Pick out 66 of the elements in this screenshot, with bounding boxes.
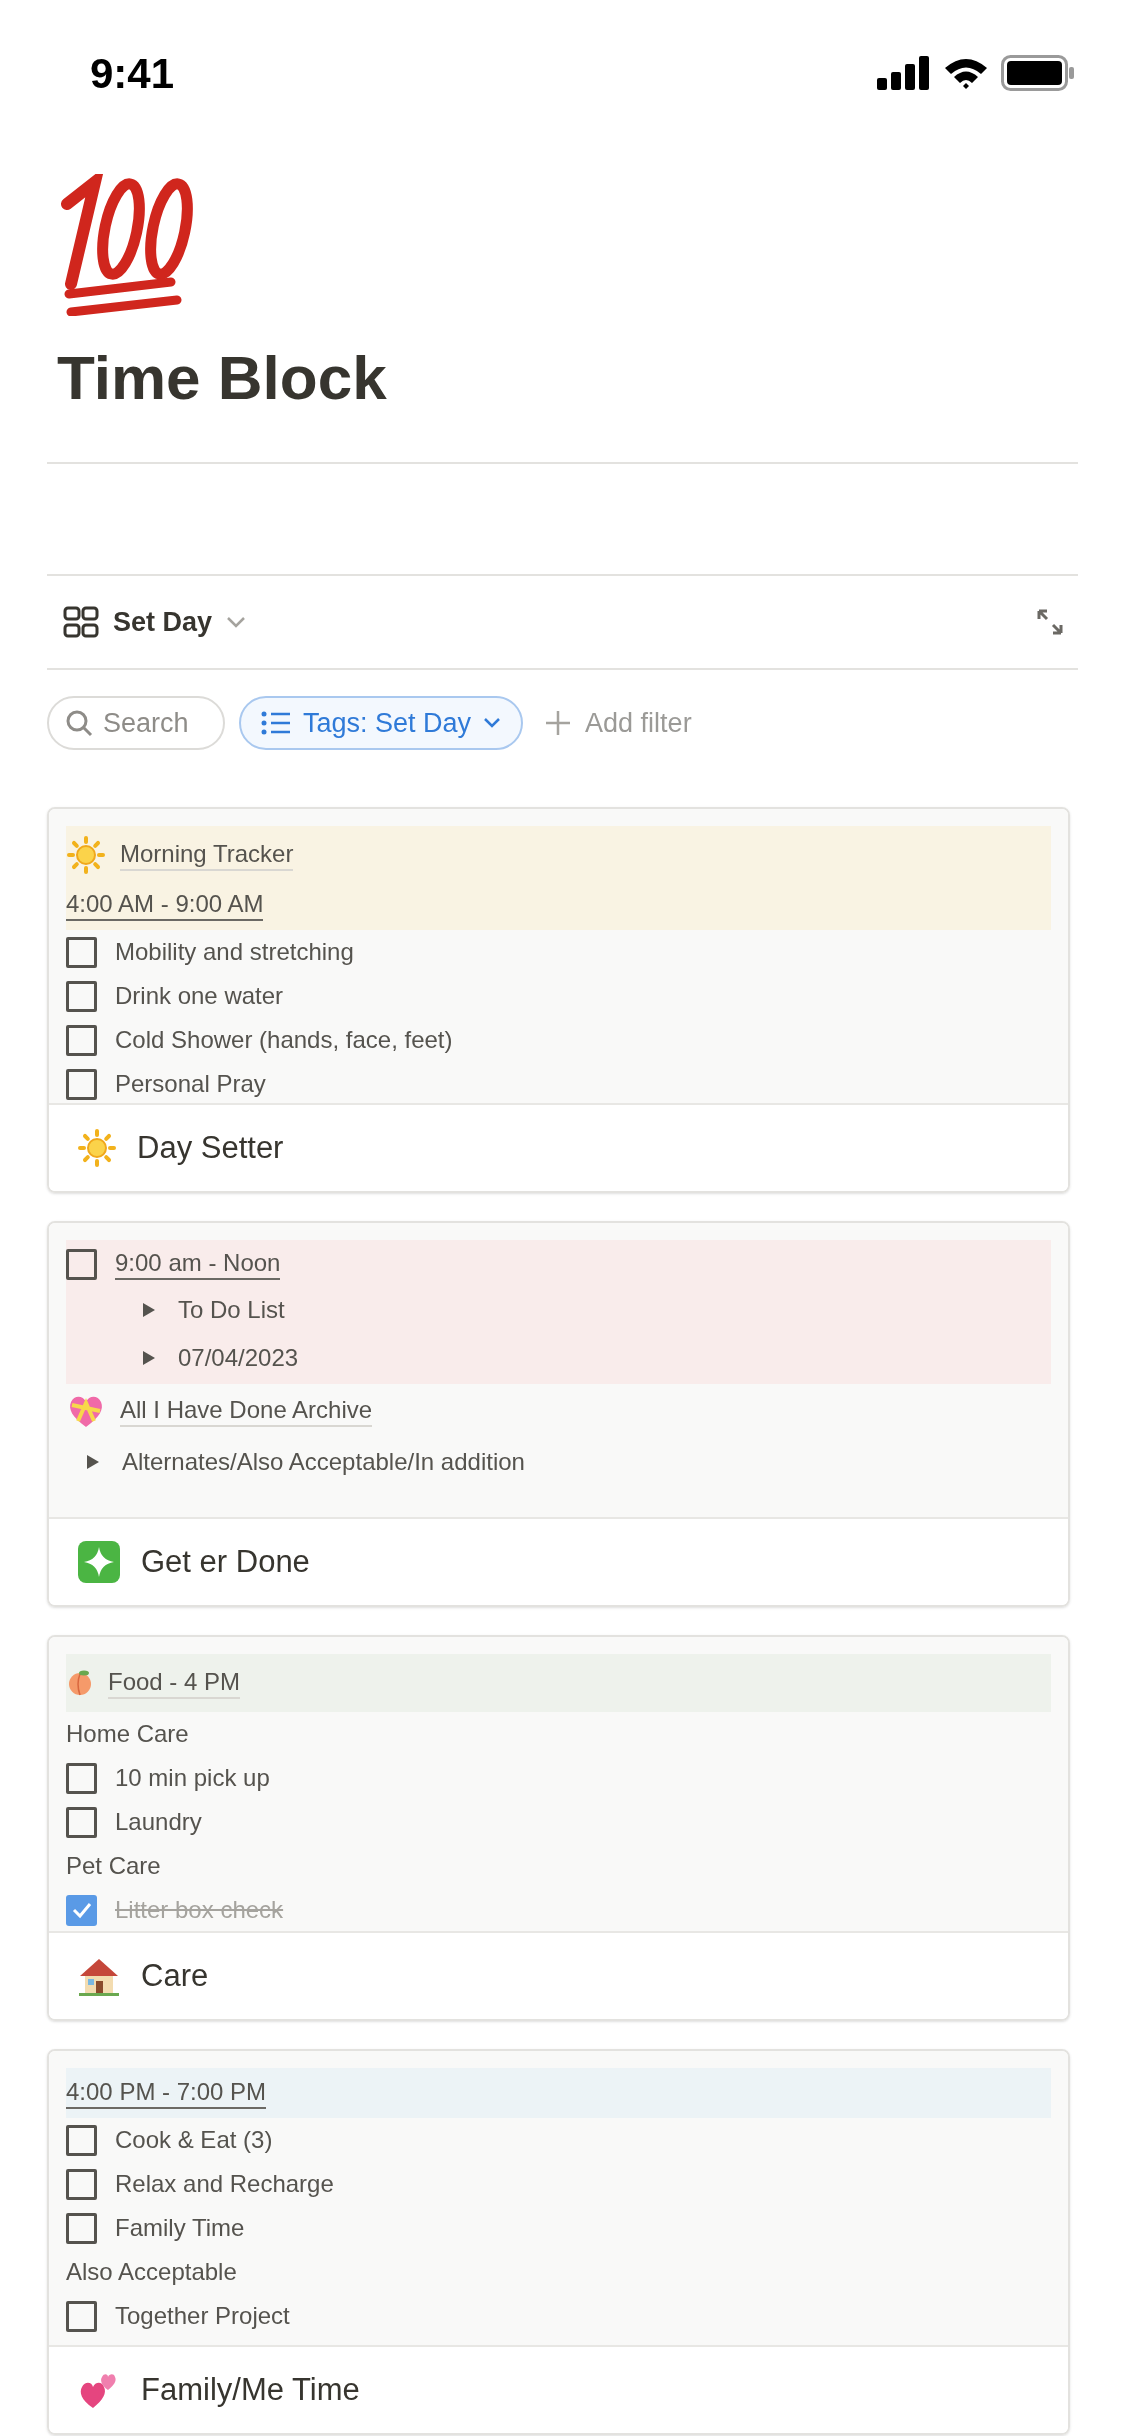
todo-text: Cook & Eat (3)	[115, 2125, 273, 2155]
todo-text: Relax and Recharge	[115, 2169, 334, 2199]
checkbox[interactable]	[66, 2124, 97, 2156]
board-card[interactable]: 4:00 PM - 7:00 PM Cook & Eat (3) Relax and Recharge Family Time Also Acceptable Together Project Family/Me Time	[47, 2049, 1070, 2435]
checkbox[interactable]	[66, 1894, 97, 1926]
toggle-text: 07/04/2023	[178, 1343, 299, 1373]
sparkle-icon	[77, 1540, 121, 1584]
checkbox[interactable]	[66, 1806, 97, 1838]
date-text: 4:00 AM - 9:00 AM	[66, 889, 264, 921]
peach-icon	[66, 1669, 94, 1697]
todo-text: Personal Pray	[115, 1069, 266, 1099]
todo-text: Family Time	[115, 2213, 245, 2243]
page-link[interactable]: All I Have Done Archive	[120, 1395, 373, 1427]
toggle-triangle-icon[interactable]	[142, 1302, 156, 1318]
card-title: Care	[141, 1956, 209, 1995]
checkbox[interactable]	[66, 936, 97, 968]
checkbox[interactable]	[66, 1024, 97, 1056]
board-card[interactable]: Food - 4 PM Home Care 10 min pick up Laundry Pet Care Litter box check Care	[47, 1635, 1070, 2021]
todo-text: Laundry	[115, 1807, 202, 1837]
signal-icon	[877, 56, 931, 90]
checkbox[interactable]	[66, 1762, 97, 1794]
sun-icon	[66, 835, 106, 875]
text-line: Also Acceptable	[66, 2257, 237, 2287]
todo-text: Litter box check	[115, 1895, 284, 1925]
board-card[interactable]: Morning Tracker 4:00 AM - 9:00 AM Mobility and stretching Drink one water Cold Shower (hands, face, feet) Personal Pray Day Setter	[47, 807, 1070, 1193]
wifi-icon	[943, 56, 989, 90]
checkbox[interactable]	[66, 980, 97, 1012]
grid-view-icon	[63, 606, 99, 638]
toggle-triangle-icon[interactable]	[86, 1454, 100, 1470]
expand-icon[interactable]	[1036, 608, 1064, 636]
toggle-triangle-icon[interactable]	[142, 1350, 156, 1366]
todo-text: 9:00 am - Noon	[115, 1248, 281, 1280]
checkbox[interactable]	[66, 2168, 97, 2200]
page-link[interactable]: Food - 4 PM	[108, 1667, 241, 1699]
battery-icon	[1001, 55, 1075, 91]
text-line: Home Care	[66, 1719, 189, 1749]
card-title: Day Setter	[137, 1128, 284, 1167]
search-icon	[65, 709, 93, 737]
checkbox[interactable]	[66, 1248, 97, 1280]
page-title: Time Block	[57, 342, 388, 414]
card-title: Family/Me Time	[141, 2370, 360, 2409]
view-name[interactable]: Set Day	[113, 601, 213, 643]
hundred-points-icon	[59, 174, 195, 316]
status-time: 9:41	[90, 48, 175, 99]
todo-text: Cold Shower (hands, face, feet)	[115, 1025, 453, 1055]
plus-icon	[545, 710, 572, 736]
card-title: Get er Done	[141, 1542, 310, 1581]
checkbox[interactable]	[66, 2300, 97, 2332]
toggle-text: To Do List	[178, 1295, 285, 1325]
search-input[interactable]: Search	[103, 702, 207, 744]
todo-text: Together Project	[115, 2301, 290, 2331]
sun-icon	[77, 1128, 117, 1168]
list-icon	[261, 711, 291, 735]
checkbox[interactable]	[66, 2212, 97, 2244]
date-text: 4:00 PM - 7:00 PM	[66, 2077, 267, 2109]
search-field[interactable]: Search	[47, 696, 225, 750]
todo-text: 10 min pick up	[115, 1763, 270, 1793]
board-card[interactable]: 9:00 am - Noon To Do List 07/04/2023 All I Have Done Archive Alternates/Also Acceptable/In addition Get er Done	[47, 1221, 1070, 1607]
page-link[interactable]: Morning Tracker	[120, 839, 294, 871]
text-line: Pet Care	[66, 1851, 161, 1881]
tag-filter-chip[interactable]: Tags: Set Day	[239, 696, 524, 750]
toggle-text: Alternates/Also Acceptable/In addition	[122, 1447, 525, 1477]
todo-text: Drink one water	[115, 981, 284, 1011]
todo-text: Mobility and stretching	[115, 937, 354, 967]
chevron-down-icon	[483, 717, 502, 729]
checkbox[interactable]	[66, 1068, 97, 1100]
